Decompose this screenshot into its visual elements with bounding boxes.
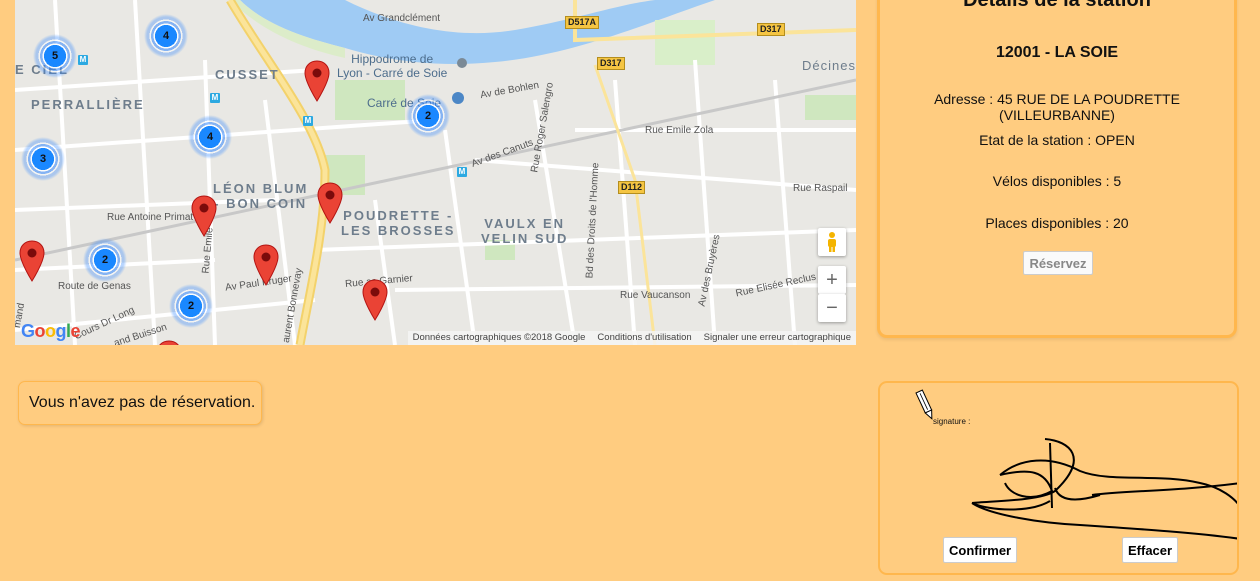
terms-link[interactable]: Conditions d'utilisation [597, 331, 691, 345]
road-shield: D517A [565, 16, 600, 29]
station-details-panel: Détails de la station 12001 - LA SOIE Ad… [877, 0, 1237, 338]
cluster-count: 2 [187, 300, 195, 312]
zoom-out-button[interactable]: − [818, 294, 846, 322]
station-cluster[interactable]: 2 [406, 94, 450, 138]
road-label: Rue Emile Zola [645, 125, 714, 136]
road-shield: D112 [618, 181, 646, 194]
station-cluster[interactable]: 2 [169, 284, 213, 328]
area-label-poudrette: POUDRETTE - LES BROSSES [341, 208, 456, 238]
station-marker-icon[interactable] [19, 240, 45, 282]
place-icon [457, 58, 467, 68]
station-cluster[interactable]: 4 [144, 14, 188, 58]
road-label: Av Grandclément [363, 13, 441, 24]
report-error-link[interactable]: Signaler une erreur cartographique [704, 331, 851, 345]
station-status: Etat de la station : OPEN [979, 132, 1135, 148]
shopping-icon [452, 92, 464, 104]
bikes-available: Vélos disponibles : 5 [992, 173, 1122, 189]
pencil-icon [915, 389, 933, 420]
cluster-count: 3 [39, 153, 47, 165]
area-label-perralliere: PERRALLIÈRE [31, 97, 145, 112]
station-marker-icon[interactable] [362, 279, 388, 321]
station-name: 12001 - LA SOIE [995, 44, 1119, 61]
station-cluster[interactable]: 3 [21, 137, 65, 181]
clear-button[interactable]: Effacer [1122, 537, 1179, 563]
metro-icon: M [303, 116, 313, 126]
area-label-vaulx: VAULX EN VELIN SUD [481, 216, 569, 246]
station-marker-icon[interactable] [317, 182, 343, 224]
pegman-icon[interactable] [818, 228, 846, 256]
map-data-credit: Données cartographiques ©2018 Google [412, 332, 586, 343]
station-cluster[interactable]: 5 [33, 34, 77, 78]
metro-icon: M [210, 93, 220, 103]
poi-hippodrome: Hippodrome de Lyon - Carré de Soie [337, 52, 448, 80]
road-label: Rue Antoine Primat [107, 212, 194, 223]
area-label-leon-blum: LÉON BLUM - BON COIN [213, 181, 309, 211]
station-address: Adresse : 45 RUE DE LA POUDRETTE (VILLEU… [934, 91, 1180, 123]
cluster-count: 2 [424, 110, 432, 122]
cluster-count: 2 [101, 254, 109, 266]
metro-icon: M [457, 167, 467, 177]
metro-icon: M [78, 55, 88, 65]
road-label: Route de Genas [58, 281, 131, 292]
station-cluster[interactable]: 2 [83, 238, 127, 282]
confirm-button[interactable]: Confirmer [943, 537, 1018, 563]
panel-title: Détails de la station [963, 0, 1151, 11]
reservation-status: Vous n'avez pas de réservation. [18, 381, 262, 425]
signature-panel: signature : Confirmer Effacer [878, 381, 1239, 575]
google-logo: Google [21, 321, 81, 341]
map-footer: Données cartographiques ©2018 Google Con… [407, 331, 856, 345]
road-shield: D317 [597, 57, 625, 70]
signature-label: signature : [933, 417, 971, 426]
area-label-cusset: CUSSET [215, 67, 280, 82]
area-label-decines: Décines [802, 58, 856, 73]
station-marker-icon[interactable] [191, 195, 217, 237]
station-marker-icon[interactable] [253, 244, 279, 286]
reserve-button[interactable]: Réservez [1023, 251, 1093, 275]
road-label: Rue Raspail [793, 183, 848, 194]
cluster-count: 4 [206, 131, 214, 143]
cluster-count: 5 [51, 50, 59, 62]
road-shield: D317 [757, 23, 785, 36]
station-marker-icon[interactable] [156, 340, 182, 345]
cluster-count: 4 [162, 30, 170, 42]
places-available: Places disponibles : 20 [985, 215, 1129, 231]
road-label: Rue Vaucanson [620, 290, 691, 301]
zoom-in-button[interactable]: + [818, 266, 846, 294]
station-marker-icon[interactable] [304, 60, 330, 102]
signature-canvas[interactable] [880, 383, 1239, 575]
station-map[interactable]: E CIEL CUSSET PERRALLIÈRE LÉON BLUM - BO… [15, 0, 856, 345]
station-cluster[interactable]: 4 [188, 115, 232, 159]
